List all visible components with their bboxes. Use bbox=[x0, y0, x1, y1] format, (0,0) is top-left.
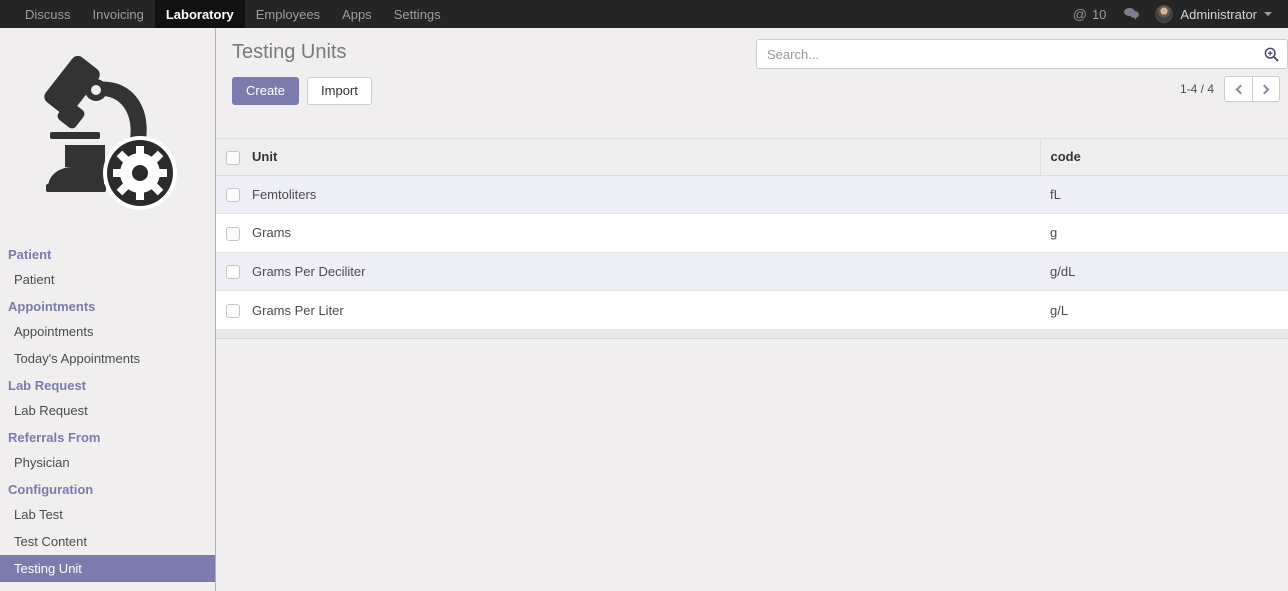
main-menu: Discuss Invoicing Laboratory Employees Apps S… bbox=[0, 0, 452, 28]
caret-down-icon bbox=[1264, 12, 1272, 16]
row-select-cell bbox=[216, 290, 250, 330]
sidebar-section: Appointments Appointments Today's Appointm… bbox=[0, 295, 215, 372]
control-panel: Testing Units Create Import 1-4 / 4 bbox=[216, 28, 1288, 138]
search-view: 1-4 / 4 bbox=[756, 39, 1288, 102]
pager-label: 1-4 / 4 bbox=[1179, 82, 1214, 96]
sidebar-section: Referrals From Physician bbox=[0, 426, 215, 476]
row-select-cell bbox=[216, 252, 250, 292]
cell-unit[interactable]: Femtoliters bbox=[250, 175, 1040, 215]
search-input[interactable] bbox=[767, 46, 1264, 62]
cell-code[interactable]: fL bbox=[1040, 175, 1288, 215]
select-all-header bbox=[216, 139, 250, 176]
sidebar-menu: Patient Patient Appointments Appointments To… bbox=[0, 243, 215, 582]
chevron-right-icon bbox=[1259, 84, 1270, 94]
cell-code[interactable]: g/L bbox=[1040, 290, 1288, 330]
sidebar: Patient Patient Appointments Appointments To… bbox=[0, 28, 216, 591]
sidebar-item-patient[interactable]: Patient bbox=[0, 266, 215, 293]
sidebar-section-title: Appointments bbox=[8, 299, 96, 314]
nav-item-apps[interactable]: Apps bbox=[331, 0, 383, 28]
sidebar-section-title: Configuration bbox=[8, 482, 94, 497]
table-header: Unit code bbox=[216, 139, 1288, 176]
search-zoom-icon[interactable] bbox=[1264, 47, 1279, 62]
at-icon: @ bbox=[1072, 6, 1087, 22]
list-view: Unit code Femtoliters fL Grams g Grams Per D… bbox=[216, 138, 1288, 339]
nav-item-employees[interactable]: Employees bbox=[245, 0, 331, 28]
list-footer bbox=[216, 329, 1288, 339]
mentions-count: 10 bbox=[1091, 6, 1107, 22]
sidebar-section-title: Patient bbox=[8, 247, 52, 262]
sidebar-item-test-content[interactable]: Test Content bbox=[0, 528, 215, 555]
mentions-indicator[interactable]: @ 10 bbox=[1064, 0, 1116, 28]
sidebar-item-today-s-appointments[interactable]: Today's Appointments bbox=[0, 345, 215, 372]
navbar-systray: @ 10 Administrator bbox=[1064, 0, 1288, 28]
sidebar-section: Patient Patient bbox=[0, 243, 215, 293]
messages-indicator[interactable] bbox=[1115, 0, 1149, 28]
create-button[interactable]: Create bbox=[232, 77, 300, 105]
pager-previous-button[interactable] bbox=[1224, 76, 1252, 102]
column-header-code[interactable]: code bbox=[1040, 139, 1288, 176]
sidebar-item-appointments[interactable]: Appointments bbox=[0, 318, 215, 345]
sidebar-section-title: Lab Request bbox=[8, 378, 87, 393]
sidebar-item-testing-unit[interactable]: Testing Unit bbox=[0, 555, 215, 582]
search-box[interactable] bbox=[756, 39, 1288, 69]
top-navbar: Discuss Invoicing Laboratory Employees Apps S… bbox=[0, 0, 1288, 28]
row-select-cell bbox=[216, 175, 250, 215]
table-row[interactable]: Femtoliters fL bbox=[216, 175, 1288, 215]
cell-unit[interactable]: Grams bbox=[250, 213, 1040, 253]
app-logo bbox=[0, 28, 215, 241]
cell-unit[interactable]: Grams Per Deciliter bbox=[250, 252, 1040, 292]
sidebar-item-lab-request[interactable]: Lab Request bbox=[0, 397, 215, 424]
table-body: Femtoliters fL Grams g Grams Per Deciliter g/… bbox=[216, 175, 1288, 330]
microscope-gear-icon bbox=[43, 55, 177, 210]
import-button[interactable]: Import bbox=[307, 77, 372, 105]
cell-unit[interactable]: Grams Per Liter bbox=[250, 290, 1040, 330]
avatar bbox=[1155, 5, 1174, 23]
page-body: Patient Patient Appointments Appointments To… bbox=[0, 28, 1288, 591]
select-all-checkbox[interactable] bbox=[226, 150, 240, 165]
sidebar-section: Lab Request Lab Request bbox=[0, 374, 215, 424]
testing-units-table: Unit code Femtoliters fL Grams g Grams Per D… bbox=[216, 139, 1288, 330]
row-checkbox[interactable] bbox=[226, 188, 240, 203]
pager-next-button[interactable] bbox=[1252, 76, 1280, 102]
table-row[interactable]: Grams Per Deciliter g/dL bbox=[216, 252, 1288, 292]
table-header-row: Unit code bbox=[216, 139, 1288, 176]
user-menu[interactable]: Administrator bbox=[1149, 0, 1282, 28]
nav-item-laboratory[interactable]: Laboratory bbox=[154, 0, 245, 28]
sidebar-section-title: Referrals From bbox=[8, 430, 101, 445]
nav-item-discuss[interactable]: Discuss bbox=[14, 0, 82, 28]
chevron-left-icon bbox=[1235, 84, 1245, 94]
sidebar-item-lab-test[interactable]: Lab Test bbox=[0, 501, 215, 528]
nav-item-invoicing[interactable]: Invoicing bbox=[82, 0, 155, 28]
nav-item-settings[interactable]: Settings bbox=[383, 0, 452, 28]
cell-code[interactable]: g/dL bbox=[1040, 252, 1288, 292]
table-row[interactable]: Grams Per Liter g/L bbox=[216, 290, 1288, 330]
sidebar-section: Configuration Lab Test Test Content Testing… bbox=[0, 478, 215, 582]
chat-bubble-icon bbox=[1124, 7, 1140, 21]
row-checkbox[interactable] bbox=[226, 226, 240, 241]
pager: 1-4 / 4 bbox=[756, 76, 1288, 102]
sidebar-item-physician[interactable]: Physician bbox=[0, 449, 215, 476]
main-content: Testing Units Create Import 1-4 / 4 bbox=[216, 28, 1288, 591]
table-row[interactable]: Grams g bbox=[216, 213, 1288, 253]
column-header-unit[interactable]: Unit bbox=[250, 139, 1041, 176]
cell-code[interactable]: g bbox=[1040, 213, 1288, 253]
row-checkbox[interactable] bbox=[226, 303, 240, 318]
user-name: Administrator bbox=[1180, 6, 1257, 22]
row-select-cell bbox=[216, 213, 250, 253]
row-checkbox[interactable] bbox=[226, 265, 240, 280]
